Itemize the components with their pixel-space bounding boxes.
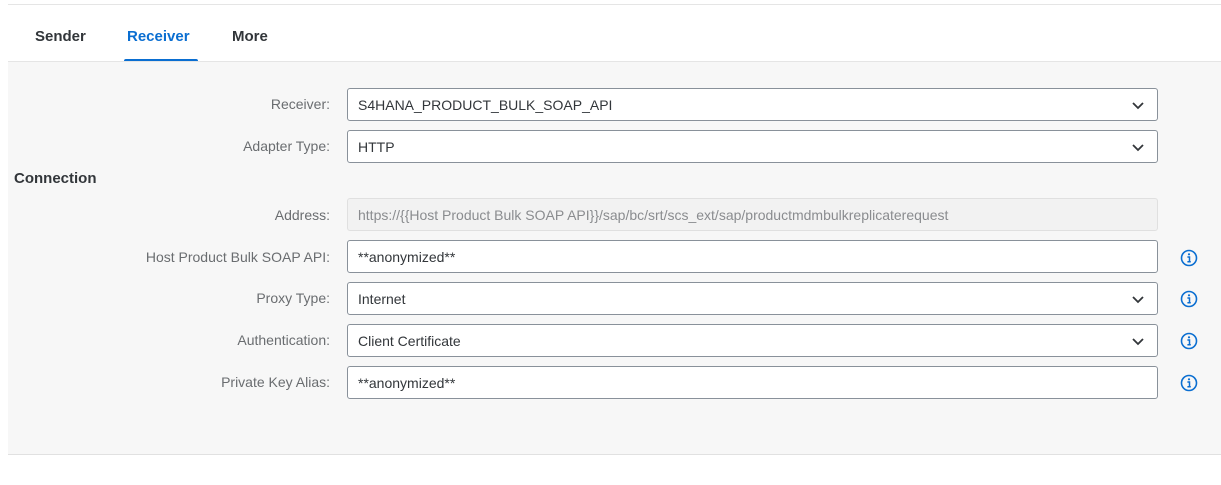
host-label: Host Product Bulk SOAP API: bbox=[145, 249, 330, 265]
info-icon[interactable] bbox=[1180, 332, 1198, 350]
proxy-type-select[interactable]: Internet bbox=[347, 282, 1158, 315]
host-input[interactable]: **anonymized** bbox=[347, 240, 1158, 273]
tab-sender[interactable]: Sender bbox=[35, 28, 86, 45]
authentication-label: Authentication: bbox=[237, 332, 330, 348]
address-field: https://{{Host Product Bulk SOAP API}}/s… bbox=[347, 198, 1158, 231]
info-icon[interactable] bbox=[1180, 249, 1198, 267]
host-value: **anonymized** bbox=[358, 249, 456, 265]
private-key-alias-label: Private Key Alias: bbox=[221, 374, 330, 390]
receiver-select[interactable]: S4HANA_PRODUCT_BULK_SOAP_API bbox=[347, 88, 1158, 121]
tab-bar: Sender Receiver More bbox=[8, 5, 1221, 62]
tab-more[interactable]: More bbox=[232, 28, 268, 45]
receiver-value: S4HANA_PRODUCT_BULK_SOAP_API bbox=[358, 97, 613, 113]
info-icon[interactable] bbox=[1180, 290, 1198, 308]
bottom-divider bbox=[8, 454, 1221, 455]
chevron-down-icon[interactable] bbox=[1131, 292, 1145, 306]
address-value: https://{{Host Product Bulk SOAP API}}/s… bbox=[358, 207, 949, 223]
proxy-type-label: Proxy Type: bbox=[256, 290, 330, 306]
chevron-down-icon[interactable] bbox=[1131, 334, 1145, 348]
adapter-type-label: Adapter Type: bbox=[243, 138, 330, 154]
authentication-value: Client Certificate bbox=[358, 333, 461, 349]
adapter-type-select[interactable]: HTTP bbox=[347, 130, 1158, 163]
adapter-type-value: HTTP bbox=[358, 139, 395, 155]
proxy-type-value: Internet bbox=[358, 291, 406, 307]
receiver-label: Receiver: bbox=[270, 96, 330, 112]
private-key-alias-value: **anonymized** bbox=[358, 375, 456, 391]
section-title-connection: Connection bbox=[14, 170, 97, 187]
private-key-alias-input[interactable]: **anonymized** bbox=[347, 366, 1158, 399]
chevron-down-icon[interactable] bbox=[1131, 140, 1145, 154]
chevron-down-icon[interactable] bbox=[1131, 98, 1145, 112]
authentication-select[interactable]: Client Certificate bbox=[347, 324, 1158, 357]
address-label: Address: bbox=[274, 207, 330, 223]
tab-receiver[interactable]: Receiver bbox=[127, 28, 190, 45]
info-icon[interactable] bbox=[1180, 374, 1198, 392]
